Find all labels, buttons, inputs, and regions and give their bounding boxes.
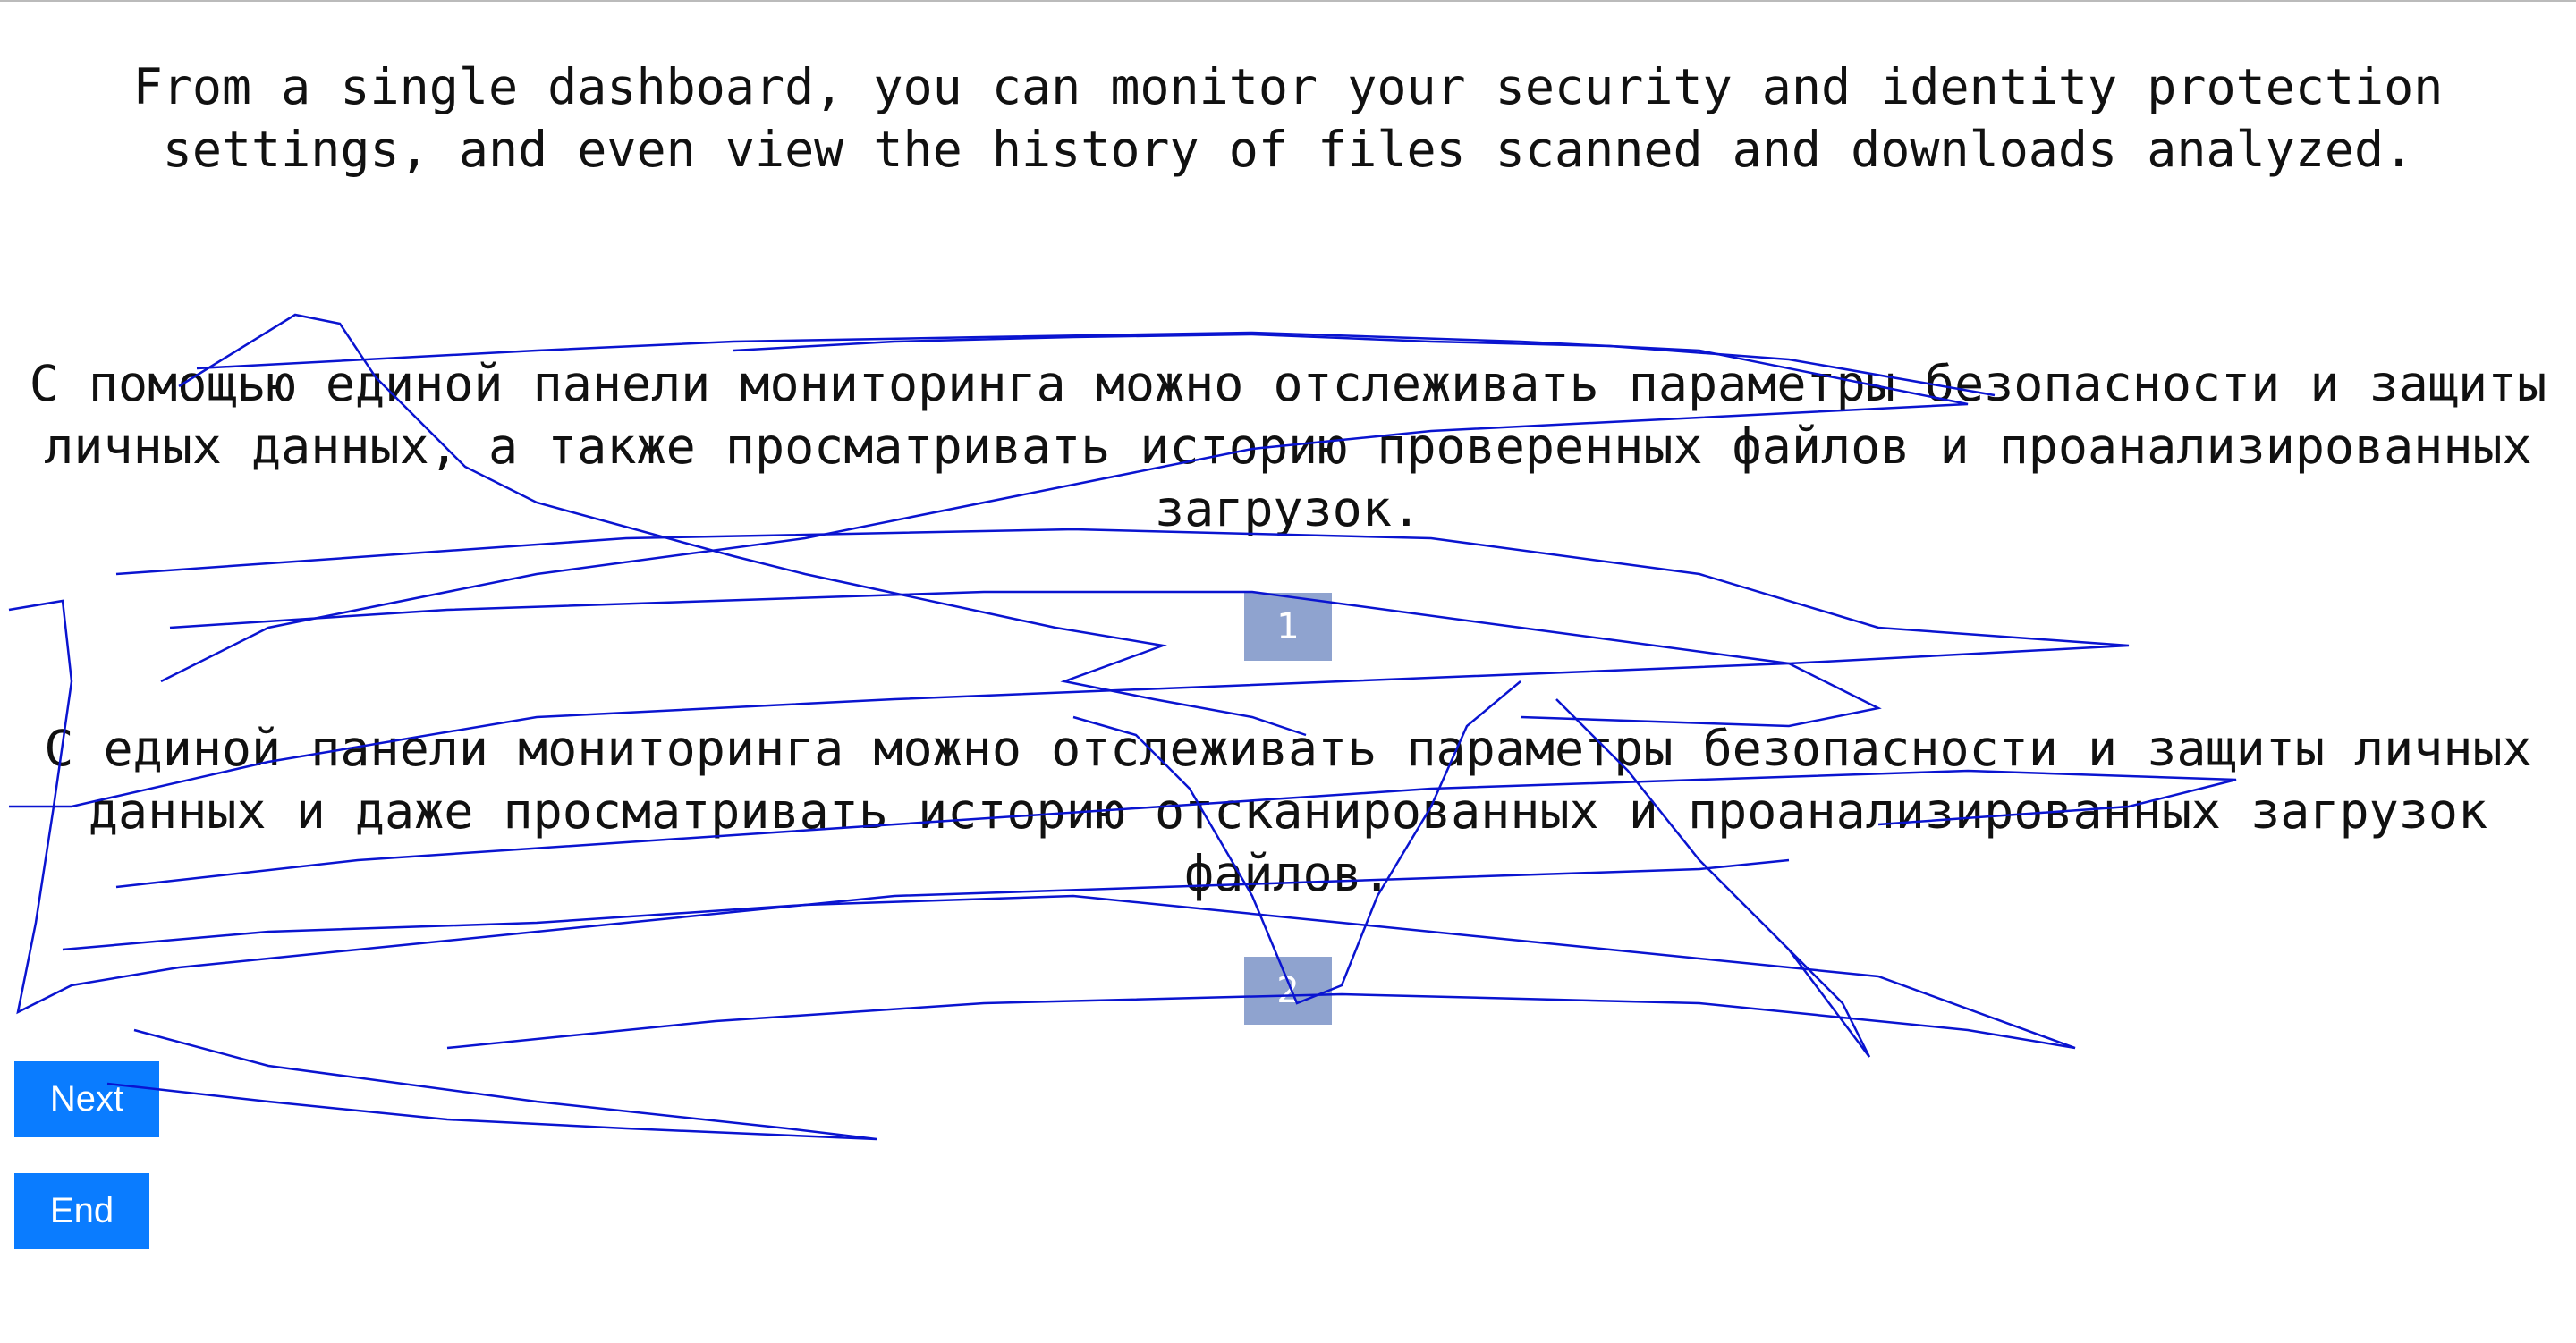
scribble-stroke bbox=[169, 590, 1882, 728]
translation-option-1-text: С помощью единой панели мониторинга можн… bbox=[29, 355, 2547, 537]
option-2-button[interactable]: 2 bbox=[1244, 957, 1332, 1025]
scribble-stroke bbox=[106, 1028, 877, 1141]
option-1-button[interactable]: 1 bbox=[1244, 593, 1332, 661]
next-button[interactable]: Next bbox=[14, 1061, 159, 1137]
scribble-annotation bbox=[8, 313, 2237, 1141]
end-button[interactable]: End bbox=[14, 1173, 149, 1249]
source-text: From a single dashboard, you can monitor… bbox=[132, 58, 2444, 178]
translation-option-2-text: С единой панели мониторинга можно отслеж… bbox=[44, 720, 2532, 902]
scribble-stroke bbox=[62, 894, 2076, 1050]
